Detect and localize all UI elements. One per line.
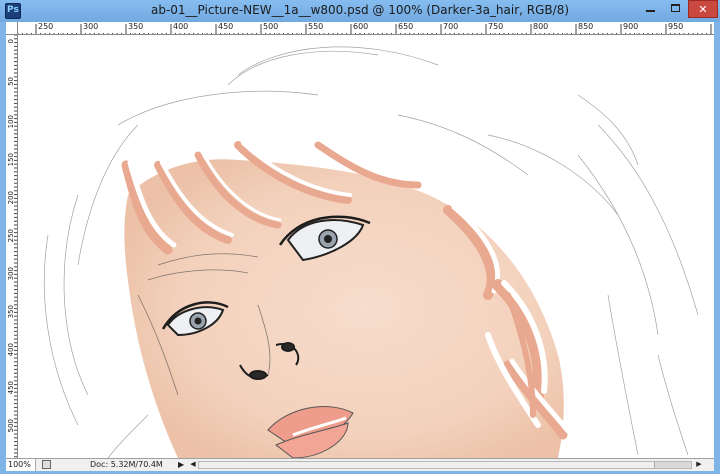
scrollbar-thumb[interactable]	[199, 462, 655, 468]
document-icon[interactable]	[42, 460, 51, 469]
ruler-label: 300	[83, 22, 99, 31]
ruler-label: 250	[7, 229, 15, 243]
ruler-label: 100	[7, 115, 15, 129]
vertical-ruler[interactable]: 0 50 100 150 200 250 300 350 400 450 500	[6, 35, 18, 458]
ruler-label: 450	[218, 22, 234, 31]
ruler-label: 750	[488, 22, 504, 31]
ruler-origin[interactable]	[6, 22, 18, 35]
scroll-right-icon[interactable]: ▶	[694, 459, 704, 471]
ruler-label: 700	[443, 22, 459, 31]
ruler-label: 300	[7, 267, 15, 281]
ruler-label: 950	[668, 22, 684, 31]
horizontal-ruler[interactable]: 250 300 350 400 450 500 550 600 650 700 750 800 850 9…	[18, 22, 714, 35]
ruler-label: 850	[578, 22, 594, 31]
document-size-info: Doc: 5.32M/70.4M	[90, 460, 163, 469]
ruler-label: 50	[7, 77, 15, 86]
ruler-label: 500	[7, 419, 15, 433]
ruler-label: 200	[7, 191, 15, 205]
scroll-left-icon[interactable]: ◀	[188, 459, 198, 471]
ruler-label: 600	[353, 22, 369, 31]
ruler-label: 800	[533, 22, 549, 31]
document-window: ab-01__Picture-NEW__1a__w800.psd @ 100% …	[0, 0, 720, 474]
ruler-label: 150	[7, 153, 15, 167]
status-bar: 100% Doc: 5.32M/70.4M ▶ ◀ ▶	[6, 458, 714, 471]
ruler-label: 650	[398, 22, 414, 31]
play-arrow-icon[interactable]: ▶	[178, 460, 184, 470]
vertical-ruler-ticks	[14, 35, 17, 458]
zoom-level-field[interactable]: 100%	[6, 459, 36, 471]
image-canvas[interactable]	[18, 35, 714, 458]
minimize-button[interactable]	[638, 0, 663, 18]
ruler-label: 350	[7, 305, 15, 319]
ruler-label: 0	[7, 39, 15, 44]
ruler-label: 400	[7, 343, 15, 357]
ruler-label: 250	[38, 22, 54, 31]
ruler-label: 550	[308, 22, 324, 31]
ruler-label: 450	[7, 381, 15, 395]
ruler-label: 500	[263, 22, 279, 31]
maximize-button[interactable]	[663, 0, 688, 18]
portrait-sketch-artwork	[43, 46, 699, 458]
title-bar[interactable]: ab-01__Picture-NEW__1a__w800.psd @ 100% …	[0, 0, 720, 22]
window-title: ab-01__Picture-NEW__1a__w800.psd @ 100% …	[150, 3, 570, 17]
ruler-label: 350	[128, 22, 144, 31]
ruler-label: 400	[173, 22, 189, 31]
close-button[interactable]	[688, 0, 718, 18]
horizontal-scrollbar[interactable]	[198, 461, 692, 469]
resize-grip-icon[interactable]	[704, 459, 714, 471]
ruler-label: 900	[623, 22, 639, 31]
